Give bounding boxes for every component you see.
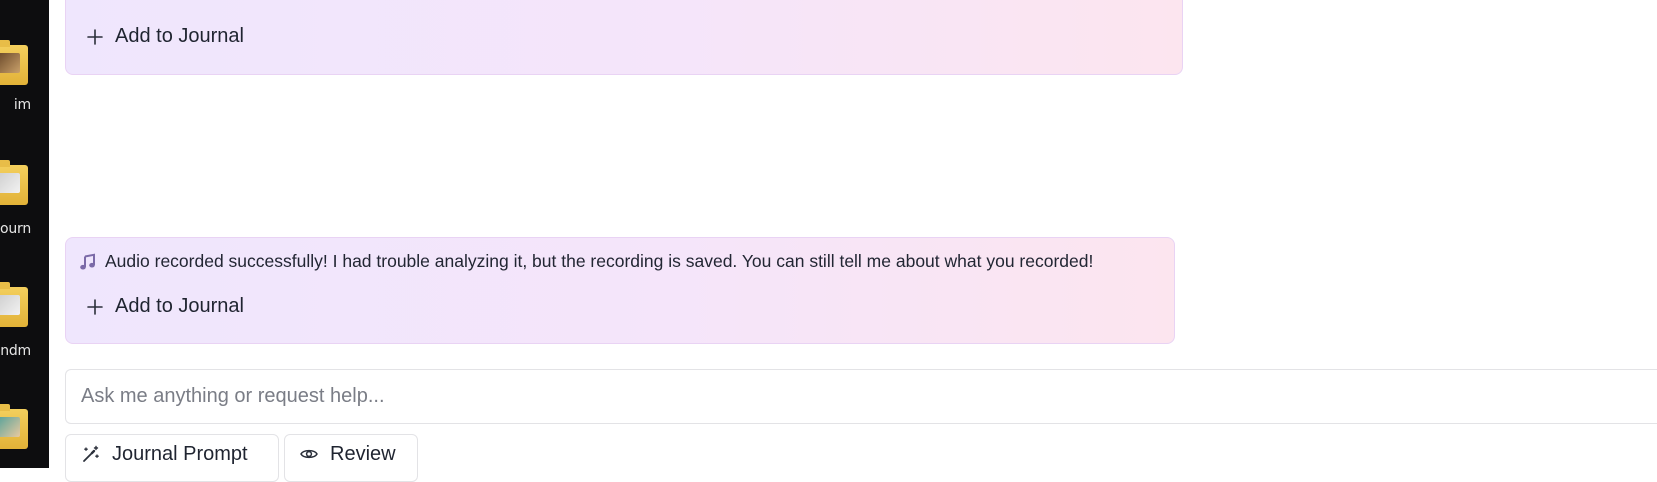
chat-panel: Add to Journal Audio recorded successful… <box>49 0 1657 482</box>
desktop-folder-label: ourn <box>0 221 32 237</box>
add-to-journal-label: Add to Journal <box>115 295 244 317</box>
plus-icon <box>87 28 103 45</box>
folder-icon <box>0 40 28 85</box>
chat-input[interactable] <box>65 369 1657 424</box>
eye-icon <box>300 445 318 463</box>
desktop-strip: im ourn ndm <box>0 0 49 468</box>
plus-icon <box>87 298 103 315</box>
journal-prompt-label: Journal Prompt <box>112 442 248 465</box>
desktop-folder-label: im <box>13 97 31 113</box>
desktop-folder-1[interactable]: im <box>0 0 49 122</box>
folder-icon <box>0 404 28 449</box>
assistant-message: Audio recorded successfully! I had troub… <box>65 237 1175 344</box>
folder-icon <box>0 160 28 205</box>
review-label: Review <box>330 442 396 465</box>
journal-prompt-button[interactable]: Journal Prompt <box>65 434 279 482</box>
message-text-row: Audio recorded successfully! I had troub… <box>79 251 1093 272</box>
message-text: Audio recorded successfully! I had troub… <box>105 251 1094 271</box>
desktop-folder-label: ndm <box>0 343 31 359</box>
add-to-journal-button[interactable]: Add to Journal <box>87 25 244 48</box>
desktop-folder-4[interactable] <box>0 366 49 468</box>
music-note-icon <box>79 253 97 271</box>
desktop-folder-3[interactable]: ndm <box>0 244 49 366</box>
add-to-journal-label: Add to Journal <box>115 25 244 47</box>
assistant-message: Add to Journal <box>65 0 1183 75</box>
review-button[interactable]: Review <box>284 434 418 482</box>
add-to-journal-button[interactable]: Add to Journal <box>87 295 244 318</box>
magic-wand-icon <box>82 445 100 463</box>
folder-icon <box>0 282 28 327</box>
desktop-folder-2[interactable]: ourn <box>0 122 49 244</box>
